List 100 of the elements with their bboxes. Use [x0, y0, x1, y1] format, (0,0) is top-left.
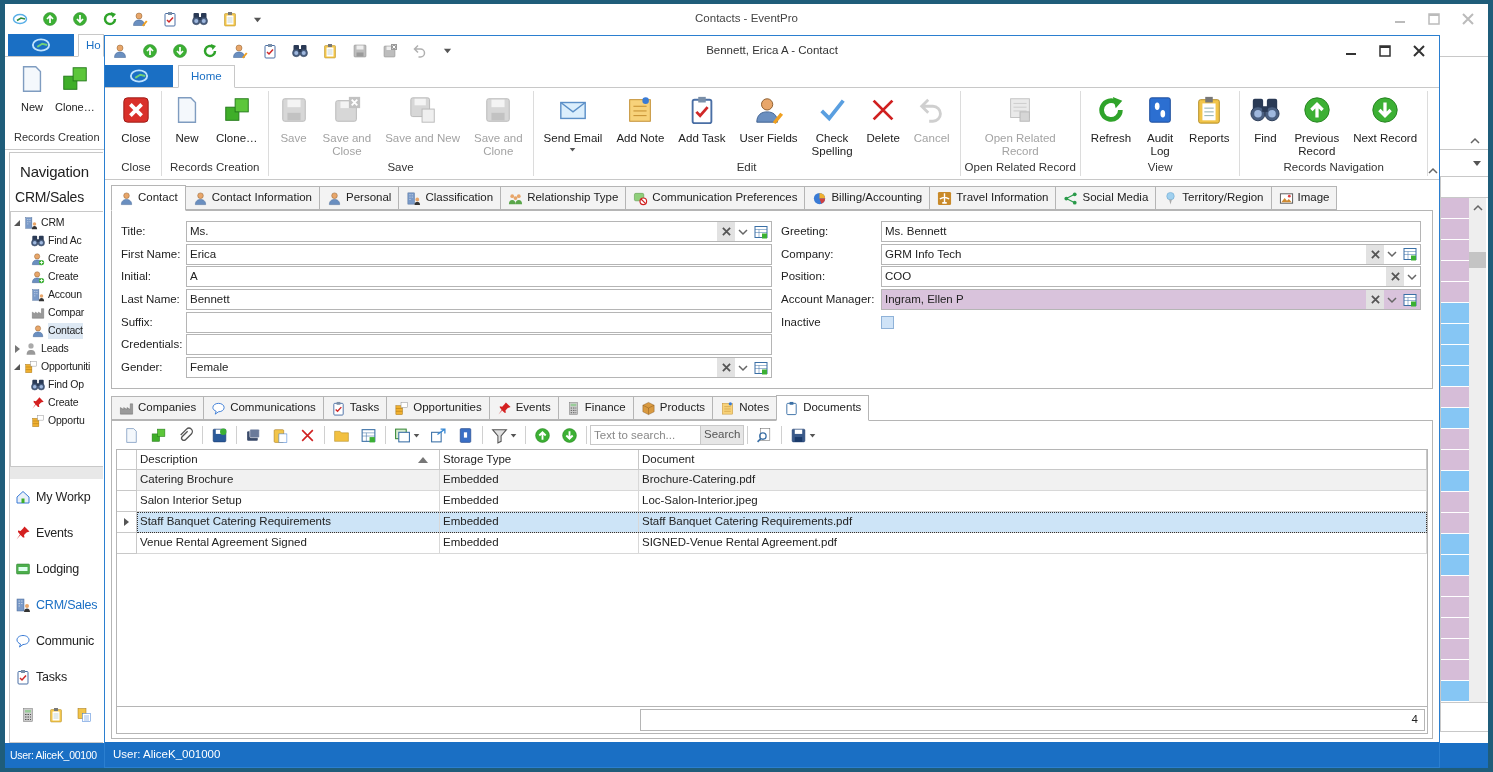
ribbon-button[interactable]: User Fields: [733, 88, 804, 159]
tab[interactable]: Products: [632, 396, 714, 420]
tree-item[interactable]: Compar: [48, 305, 85, 321]
table-cell: Catering Brochure: [137, 470, 440, 490]
tab[interactable]: Personal: [319, 186, 400, 210]
tab[interactable]: Classification: [398, 186, 502, 210]
ribbon-button[interactable]: Previous Record: [1288, 88, 1346, 159]
ribbon-button[interactable]: Add Note: [610, 88, 671, 159]
tab[interactable]: Tasks: [322, 396, 388, 420]
tab[interactable]: Territory/Region: [1155, 186, 1272, 210]
field-label: Initial:: [121, 269, 153, 285]
navigation-button[interactable]: Lodging: [10, 551, 103, 587]
tab[interactable]: Contact Information: [184, 186, 320, 210]
input-field[interactable]: Ms. Bennett: [881, 221, 1421, 242]
tab[interactable]: Events: [488, 396, 559, 420]
window-title: Contacts - EventPro: [695, 11, 798, 27]
navigation-button[interactable]: Communic: [10, 623, 103, 659]
status-text: User: AliceK_001000: [113, 746, 221, 762]
tab[interactable]: Billing/Accounting: [804, 186, 931, 210]
ribbon-button[interactable]: Find: [1244, 88, 1287, 159]
ribbon-button[interactable]: Refresh: [1084, 88, 1138, 159]
tab[interactable]: Communications: [203, 396, 324, 420]
ribbon-group-label: Records Navigation: [1283, 160, 1384, 175]
tree-item[interactable]: Create: [48, 269, 79, 285]
combo-field[interactable]: COO: [881, 266, 1421, 288]
table-row[interactable]: Venue Rental Agreement Signed Embedded SIGNED-Venue Rental Agreement.pdf: [137, 533, 1427, 554]
navigation-button[interactable]: Events: [10, 515, 103, 551]
ribbon-button[interactable]: New: [14, 57, 50, 129]
navigation-button[interactable]: My Workp: [10, 479, 103, 515]
search-field[interactable]: Text to search...: [590, 425, 701, 445]
input-field[interactable]: A: [186, 266, 772, 288]
tab[interactable]: Social Media: [1055, 186, 1157, 210]
field-label: Account Manager:: [781, 291, 876, 307]
ribbon-tab[interactable]: Home: [178, 65, 235, 88]
table-cell: Salon Interior Setup: [137, 491, 440, 511]
ribbon-button[interactable]: Add Task: [672, 88, 732, 159]
search-button[interactable]: Search: [700, 425, 745, 445]
ribbon-group-label: Records Creation: [14, 130, 100, 145]
tab[interactable]: Opportunities: [386, 396, 490, 420]
column-header[interactable]: Document: [639, 450, 1427, 469]
table-row[interactable]: Staff Banquet Catering Requirements Embedded Staff Banquet Catering Requirements.pdf: [137, 512, 1427, 533]
combo-field[interactable]: Ingram, Ellen P: [881, 289, 1421, 311]
navigation-button[interactable]: CRM/Sales: [10, 587, 103, 623]
table-cell: Embedded: [440, 533, 639, 553]
tab[interactable]: Relationship Type: [500, 186, 627, 210]
column-header[interactable]: Description: [137, 450, 440, 469]
tab[interactable]: Communication Preferences: [625, 186, 806, 210]
tab[interactable]: Notes: [712, 396, 778, 420]
tab[interactable]: Contact: [111, 185, 186, 211]
ribbon-button[interactable]: Send Email: [537, 88, 609, 159]
field-label: Inactive: [781, 314, 822, 330]
tree-item[interactable]: Contact: [48, 323, 83, 339]
ribbon-button[interactable]: Reports: [1183, 88, 1236, 159]
combo-field[interactable]: Female: [186, 357, 772, 379]
tab[interactable]: Documents: [776, 395, 870, 421]
ribbon-group-label: Records Creation: [170, 160, 260, 175]
tab[interactable]: Companies: [111, 396, 205, 420]
input-field[interactable]: Erica: [186, 243, 772, 265]
tree-item[interactable]: Leads: [41, 341, 69, 357]
panel-title: Navigation: [19, 162, 90, 182]
status-text: User: AliceK_00100: [10, 747, 97, 763]
navigation-button[interactable]: Tasks: [10, 659, 103, 695]
table-cell: Loc-Salon-Interior.jpeg: [639, 491, 1427, 511]
table-row[interactable]: Catering Brochure Embedded Brochure-Catering.pdf: [137, 470, 1427, 491]
table-cell: Embedded: [440, 491, 639, 511]
tree-item[interactable]: Create: [48, 251, 79, 267]
ribbon-button[interactable]: Check Spelling: [805, 88, 859, 159]
tree-item[interactable]: Create: [48, 395, 79, 411]
ribbon-button[interactable]: Close: [115, 88, 157, 159]
window-title: Bennett, Erica A - Contact: [706, 42, 838, 58]
tab[interactable]: Travel Information: [929, 186, 1057, 210]
column-header[interactable]: Storage Type: [440, 450, 639, 469]
table-cell: Brochure-Catering.pdf: [639, 470, 1427, 490]
table-cell: SIGNED-Venue Rental Agreement.pdf: [639, 533, 1427, 553]
ribbon-button[interactable]: Next Record: [1347, 88, 1424, 159]
tree-item[interactable]: Opportuniti: [41, 359, 91, 375]
field-label: Credentials:: [121, 337, 184, 353]
ribbon-group-label: Open Related Record: [964, 160, 1076, 175]
ribbon-button[interactable]: Clone…: [52, 57, 98, 129]
input-field[interactable]: Bennett: [186, 289, 772, 311]
ribbon-tab[interactable]: Ho: [78, 34, 104, 57]
field-label: Company:: [781, 246, 835, 262]
tree-item[interactable]: Accoun: [48, 287, 82, 303]
combo-field[interactable]: Ms.: [186, 221, 772, 242]
tab[interactable]: Finance: [557, 396, 634, 420]
ribbon-button[interactable]: New: [166, 88, 208, 159]
tree-item[interactable]: Find Ac: [48, 233, 82, 249]
tree-item[interactable]: Find Op: [48, 377, 84, 393]
field-label: Position:: [781, 269, 827, 285]
field-label: Greeting:: [781, 223, 830, 239]
ribbon-button[interactable]: Clone…: [210, 88, 264, 159]
combo-field[interactable]: GRM Info Tech: [881, 243, 1421, 265]
tree-item[interactable]: CRM: [41, 215, 65, 231]
ribbon-button[interactable]: Audit Log: [1139, 88, 1182, 159]
table-row[interactable]: Salon Interior Setup Embedded Loc-Salon-Interior.jpeg: [137, 491, 1427, 512]
field-label: First Name:: [121, 246, 182, 262]
tab[interactable]: Image: [1270, 186, 1338, 210]
ribbon-button[interactable]: Delete: [860, 88, 906, 159]
ribbon-group-label: View: [1147, 160, 1173, 175]
tree-item[interactable]: Opportu: [48, 413, 85, 429]
